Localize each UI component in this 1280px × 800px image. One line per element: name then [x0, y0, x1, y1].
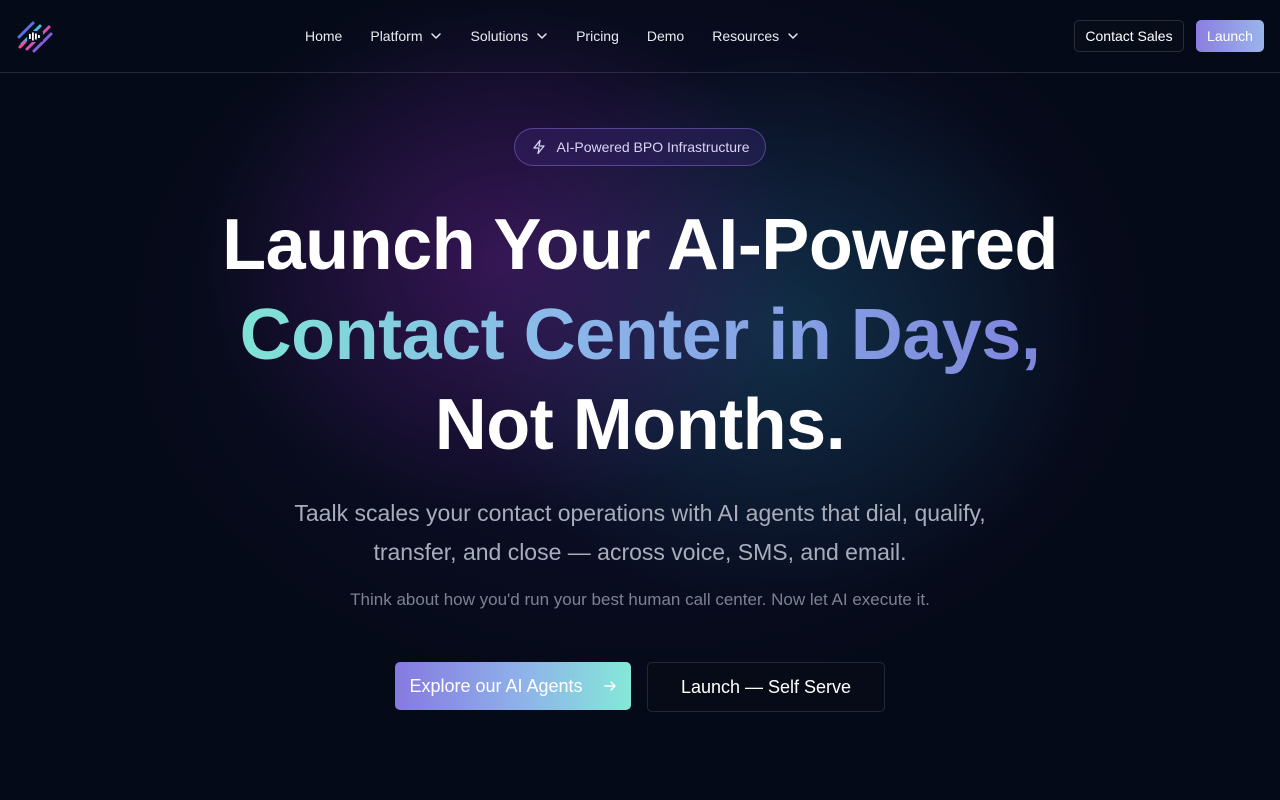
hero-subtitle-line-2: transfer, and close — across voice, SMS,…: [373, 539, 907, 565]
headline-line-2: Contact Center in Days,: [239, 295, 1041, 375]
contact-sales-button[interactable]: Contact Sales: [1074, 20, 1184, 52]
chevron-down-icon: [431, 33, 442, 39]
hero-subtitle-line-1: Taalk scales your contact operations wit…: [294, 500, 986, 526]
nav-solutions[interactable]: Solutions: [470, 28, 548, 44]
explore-agents-button[interactable]: Explore our AI Agents: [395, 662, 631, 710]
lightning-icon: [532, 139, 545, 155]
headline-line-1: Launch Your AI-Powered: [222, 205, 1058, 285]
nav-resources-label: Resources: [712, 28, 780, 44]
chevron-down-icon: [537, 33, 547, 39]
page: Home Platform Solutions Pricing Demo Res…: [0, 0, 1280, 800]
nav-pricing[interactable]: Pricing: [576, 28, 619, 44]
hero-badge: AI-Powered BPO Infrastructure: [514, 128, 766, 166]
arrow-right-icon: [603, 681, 616, 691]
nav-solutions-label: Solutions: [470, 28, 529, 44]
hero-tagline: Think about how you'd run your best huma…: [350, 590, 930, 609]
launch-button[interactable]: Launch: [1196, 20, 1264, 52]
waveform-logo-icon[interactable]: [16, 17, 54, 55]
launch-self-serve-button[interactable]: Launch — Self Serve: [647, 662, 885, 712]
nav-platform[interactable]: Platform: [370, 28, 442, 44]
nav-home[interactable]: Home: [305, 28, 342, 44]
main-nav: Home Platform Solutions Pricing Demo Res…: [305, 0, 827, 72]
top-navbar: Home Platform Solutions Pricing Demo Res…: [0, 0, 1280, 73]
headline-line-3: Not Months.: [434, 385, 846, 465]
explore-agents-label: Explore our AI Agents: [409, 675, 583, 696]
nav-resources[interactable]: Resources: [712, 28, 799, 44]
hero-subtitle: Taalk scales your contact operations wit…: [0, 494, 1280, 572]
nav-pricing-label: Pricing: [576, 28, 619, 44]
chevron-down-icon: [788, 33, 798, 39]
hero-headline: Launch Your AI-Powered Contact Center in…: [0, 200, 1280, 470]
nav-demo-label: Demo: [646, 28, 685, 44]
hero-badge-label: AI-Powered BPO Infrastructure: [556, 139, 750, 155]
nav-platform-label: Platform: [370, 28, 423, 44]
nav-demo[interactable]: Demo: [647, 28, 684, 44]
nav-home-label: Home: [305, 28, 343, 44]
